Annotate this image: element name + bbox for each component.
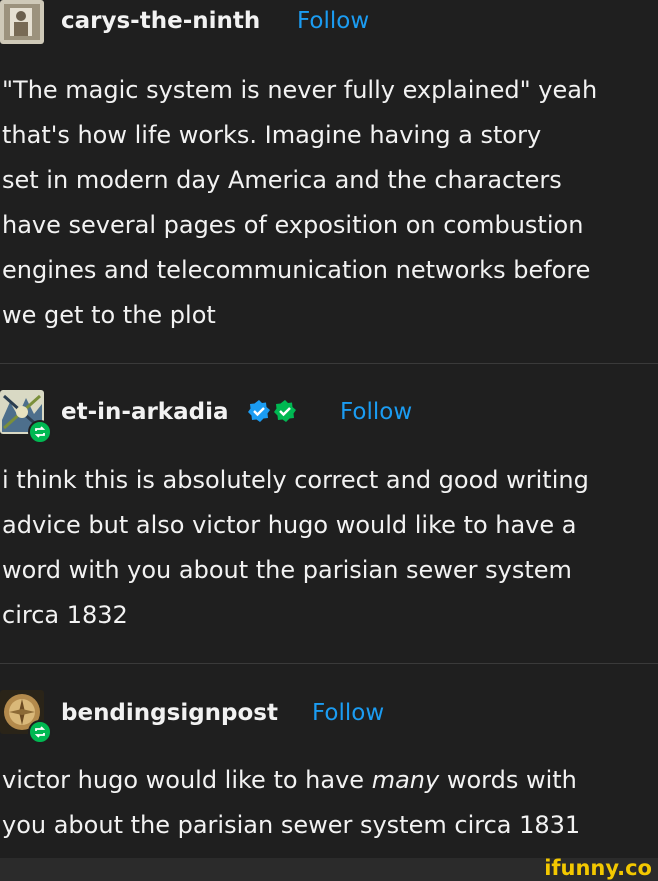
- post-body-line: circa 1832: [2, 601, 128, 629]
- post-body-line: engines and telecommunication networks b…: [2, 256, 591, 284]
- post-body-line: we get to the plot: [2, 301, 216, 329]
- post-body-emphasis: many: [371, 766, 440, 794]
- post-body-line: advice but also victor hugo would like t…: [2, 511, 577, 539]
- post-body: i think this is absolutely correct and g…: [2, 458, 658, 638]
- post-body-line: victor hugo would like to have many word…: [2, 758, 658, 803]
- post-body-line: have several pages of exposition on comb…: [2, 211, 584, 239]
- post-author[interactable]: bendingsignpost: [61, 700, 278, 726]
- post-divider: [0, 663, 658, 664]
- follow-button[interactable]: Follow: [297, 8, 369, 34]
- verified-blue-badge-icon: [247, 399, 271, 423]
- post-body-line: you about the parisian sewer system circ…: [2, 811, 581, 839]
- avatar-carys-the-ninth[interactable]: [0, 0, 44, 44]
- post-body-line: that's how life works. Imagine having a …: [2, 121, 542, 149]
- follow-button[interactable]: Follow: [312, 700, 384, 726]
- post-body-line: word with you about the parisian sewer s…: [2, 556, 572, 584]
- post-body: victor hugo would like to have many word…: [2, 758, 658, 848]
- reblog-icon: [28, 420, 52, 444]
- ifunny-watermark: ifunny.co: [544, 856, 652, 880]
- post-author[interactable]: carys-the-ninth: [61, 8, 260, 34]
- post-body: "The magic system is never fully explain…: [2, 68, 658, 338]
- post-body-text: victor hugo would like to have: [2, 766, 372, 794]
- post-body-line: "The magic system is never fully explain…: [2, 76, 598, 104]
- post-body-line: set in modern day America and the charac…: [2, 166, 562, 194]
- post-divider: [0, 363, 658, 364]
- post-body-line: i think this is absolutely correct and g…: [2, 466, 589, 494]
- post-body-text: words with: [439, 766, 577, 794]
- verified-green-badge-icon: [273, 399, 297, 423]
- reblog-icon: [28, 720, 52, 744]
- post-author[interactable]: et-in-arkadia: [61, 399, 229, 425]
- follow-button[interactable]: Follow: [340, 399, 412, 425]
